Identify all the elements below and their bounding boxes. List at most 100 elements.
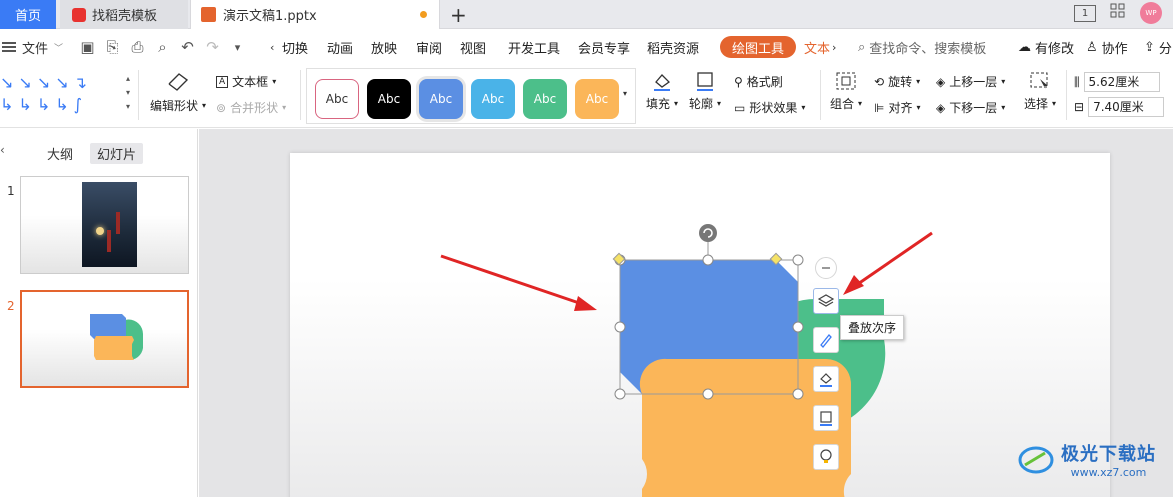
style-preset-2[interactable]: Abc <box>367 79 411 119</box>
style-preset-5[interactable]: Abc <box>523 79 567 119</box>
height-icon: ⫼ <box>1074 74 1080 89</box>
resize-handle-w[interactable] <box>614 321 626 333</box>
resize-handle-se[interactable] <box>792 388 804 400</box>
tab-drawing-tool[interactable]: 绘图工具 <box>720 36 797 58</box>
search-icon: ⌕ <box>858 39 866 55</box>
arrange-order-tooltip: 叠放次序 <box>840 315 905 340</box>
merge-shape-button[interactable]: ⊚ 合并形状 ▾ <box>216 99 286 116</box>
ppt-file-icon <box>201 7 216 22</box>
send-backward-button[interactable]: ◈ 下移一层 ▾ <box>936 99 1005 116</box>
menu-docer[interactable]: 稻壳资源 <box>647 30 699 64</box>
menu-slideshow[interactable]: 放映 <box>371 30 397 64</box>
avatar[interactable]: WP <box>1140 2 1162 24</box>
rotate-button[interactable]: ⟲ 旋转 ▾ <box>874 73 920 90</box>
divider <box>1066 70 1067 120</box>
export-icon[interactable]: ⎘ <box>105 38 120 56</box>
hamburger-icon <box>2 42 16 52</box>
rotate-icon: ⟲ <box>874 74 885 89</box>
fill-button[interactable]: 填充 ▾ <box>644 70 680 112</box>
new-tab-button[interactable]: + <box>450 3 467 27</box>
menu-animation[interactable]: 动画 <box>327 30 353 64</box>
user-icon: ♙ <box>1086 39 1098 55</box>
float-fill-button[interactable] <box>813 366 839 392</box>
slide-thumbnail-1[interactable] <box>20 176 189 274</box>
align-button[interactable]: ⊫ 对齐 ▾ <box>874 99 920 116</box>
share-icon: ⇪ <box>1144 39 1155 55</box>
style-preset-4[interactable]: Abc <box>471 79 515 119</box>
lightbulb-icon <box>820 449 832 463</box>
gallery-scroll[interactable]: ▴ ▾ ▾ <box>122 72 134 114</box>
annotation-arrow-left <box>440 254 597 311</box>
arrow-shapes-row-2: ↳↳↳↳∫ <box>0 95 87 114</box>
slide-number-1: 1 <box>7 184 15 198</box>
group-icon <box>836 72 856 90</box>
style-preset-1[interactable]: Abc <box>315 79 359 119</box>
undo-icon[interactable]: ↶ <box>180 38 195 56</box>
tab-template[interactable]: 找稻壳模板 <box>60 0 188 29</box>
resize-handle-e[interactable] <box>792 321 804 333</box>
menu-transition[interactable]: 切换 <box>282 30 308 64</box>
bring-forward-button[interactable]: ◈ 上移一层 ▾ <box>936 73 1005 90</box>
resize-handle-n[interactable] <box>702 254 714 266</box>
menu-developer[interactable]: 开发工具 <box>508 30 560 64</box>
menu-member[interactable]: 会员专享 <box>578 30 630 64</box>
float-effects-button[interactable] <box>813 444 839 470</box>
float-outline-button[interactable] <box>813 405 839 431</box>
style-preset-6[interactable]: Abc <box>575 79 619 119</box>
rotate-handle[interactable] <box>699 224 717 242</box>
shape-effects-button[interactable]: ▭ 形状效果 ▾ <box>734 99 805 116</box>
collab-button[interactable]: ♙ 协作 <box>1086 30 1128 64</box>
tab-outline[interactable]: 大纲 <box>40 143 80 164</box>
changes-label: 有修改 <box>1035 41 1075 57</box>
file-menu[interactable]: 文件 ﹀ <box>2 30 63 64</box>
tab-text[interactable]: 文本 <box>804 30 830 64</box>
changes-button[interactable]: ☁ 有修改 <box>1018 30 1074 64</box>
arrow-shapes-row-1: ↘↘↘↘↴ <box>0 73 93 92</box>
print-icon[interactable]: ⎙ <box>130 38 145 56</box>
tab-home-label: 首页 <box>14 9 41 24</box>
tab-document[interactable]: 演示文稿1.pptx <box>190 0 440 29</box>
merge-shape-icon: ⊚ <box>216 100 227 115</box>
watermark: 极光下载站 www.xz7.com <box>1017 440 1156 479</box>
tab-slides[interactable]: 幻灯片 <box>90 143 144 164</box>
layout-icon[interactable]: 1 <box>1074 4 1096 22</box>
search-box[interactable]: ⌕ 查找命令、搜索模板 <box>858 30 986 64</box>
group-button[interactable]: 组合 ▾ <box>828 70 864 112</box>
arrange-order-button[interactable] <box>813 288 839 314</box>
collapse-float-toolbar-icon[interactable] <box>815 257 837 279</box>
save-icon[interactable]: ▣ <box>80 38 95 56</box>
collab-label: 协作 <box>1101 41 1128 57</box>
grid-icon[interactable] <box>1110 3 1126 23</box>
layers-down-icon: ◈ <box>936 100 946 115</box>
format-painter-button[interactable]: ⚲ 格式刷 <box>734 73 783 90</box>
outline-button[interactable]: 轮廓 ▾ <box>687 70 723 112</box>
bring-forward-label: 上移一层 <box>949 75 998 89</box>
width-input[interactable]: 7.40厘米 <box>1088 97 1165 117</box>
gallery-more-icon[interactable]: ▾ <box>623 89 627 98</box>
watermark-name: 极光下载站 <box>1061 444 1156 465</box>
share-button[interactable]: ⇪ 分 <box>1144 30 1172 64</box>
select-button[interactable]: 选择 ▾ <box>1022 70 1058 112</box>
line-shapes-gallery[interactable]: ↘↘↘↘↴ ↳↳↳↳∫ <box>0 72 118 118</box>
style-preset-3[interactable]: Abc <box>419 79 463 119</box>
annotation-arrow-right <box>843 231 933 295</box>
scroll-right-icon[interactable]: › <box>832 30 836 64</box>
redo-icon[interactable]: ↷ <box>205 38 220 56</box>
menu-view[interactable]: 视图 <box>460 30 486 64</box>
preview-icon[interactable]: ⌕ <box>155 38 170 56</box>
float-style-button[interactable] <box>813 327 839 353</box>
scroll-left-icon[interactable]: ‹ <box>270 30 280 64</box>
tab-home[interactable]: 首页 <box>0 0 56 29</box>
slide-thumbnail-2[interactable] <box>20 290 189 388</box>
divider <box>300 70 301 120</box>
resize-handle-s[interactable] <box>702 388 714 400</box>
resize-handle-ne[interactable] <box>792 254 804 266</box>
menu-review[interactable]: 审阅 <box>416 30 442 64</box>
file-menu-label: 文件 <box>22 41 49 57</box>
collapse-panel-icon[interactable]: ‹ <box>0 143 5 157</box>
resize-handle-sw[interactable] <box>614 388 626 400</box>
height-input[interactable]: 5.62厘米 <box>1083 72 1160 92</box>
more-icon[interactable]: ▾ <box>230 41 245 54</box>
edit-shape-button[interactable]: 编辑形状 ▾ <box>148 70 208 114</box>
text-box-button[interactable]: A 文本框 ▾ <box>216 73 276 90</box>
